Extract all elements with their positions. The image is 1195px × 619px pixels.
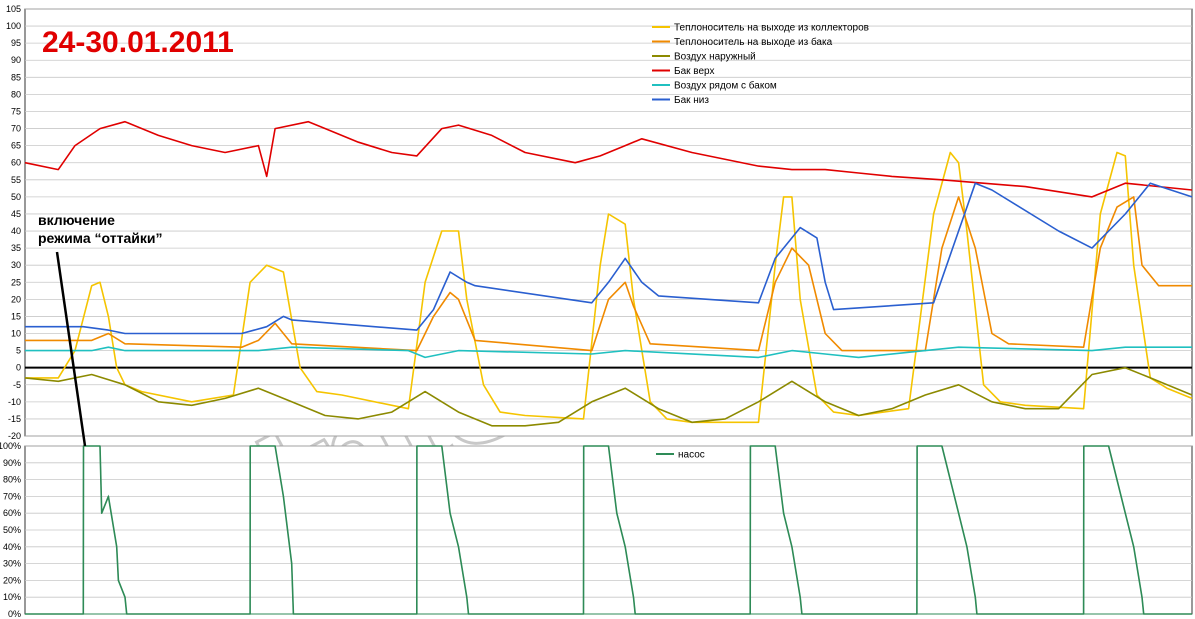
top-y-tick-label: 35 [11, 243, 21, 253]
top-y-tick-label: -5 [13, 380, 21, 390]
top-y-tick-label: 45 [11, 209, 21, 219]
bottom-y-tick-label: 20% [3, 575, 21, 585]
top-y-tick-label: 95 [11, 38, 21, 48]
chart-svg: SintSolar -20-15-10-50510152025303540455… [0, 4, 1193, 619]
top-y-tick-label: 65 [11, 141, 21, 151]
legend-label-4: Воздух рядом с баком [674, 80, 777, 92]
top-y-tick-label: -10 [8, 397, 21, 407]
bottom-legend-label-0: насос [678, 450, 705, 461]
annotation-line-1: режима “оттайки” [38, 230, 162, 246]
legend-label-1: Теплоноситель на выходе из бака [674, 36, 833, 48]
top-y-tick-label: 90 [11, 55, 21, 65]
top-y-tick-label: -20 [8, 431, 21, 441]
chart-title: 24-30.01.2011 [42, 26, 234, 59]
top-y-tick-label: 60 [11, 158, 21, 168]
bottom-y-tick-label: 50% [3, 525, 21, 535]
legend-label-3: Бак верх [674, 66, 715, 77]
top-y-tick-label: 30 [11, 260, 21, 270]
top-y-tick-label: 55 [11, 175, 21, 185]
top-y-tick-label: 40 [11, 226, 21, 236]
top-y-tick-label: 25 [11, 277, 21, 287]
top-y-tick-label: 0 [16, 363, 21, 373]
bottom-chart-grid: 0% 10% 20% 30% 40% 50% 60% 70% 80% 90% 100% [0, 441, 1193, 619]
bottom-y-tick-label: 80% [3, 475, 21, 485]
top-y-tick-label: 85 [11, 72, 21, 82]
bottom-y-tick-label: 100% [0, 441, 21, 451]
legend-label-5: Бак низ [674, 95, 709, 106]
top-y-tick-label: 80 [11, 89, 21, 99]
legend-label-0: Теплоноситель на выходе из коллекторов [674, 23, 869, 34]
top-plot-area [24, 8, 1193, 437]
top-y-tick-label: 20 [11, 294, 21, 304]
bottom-y-tick-label: 10% [3, 592, 21, 602]
bottom-y-tick-label: 70% [3, 491, 21, 501]
bottom-y-tick-label: 40% [3, 542, 21, 552]
top-y-tick-label: 10 [11, 329, 21, 339]
bottom-y-tick-label: 90% [3, 458, 21, 468]
top-y-tick-label: 100 [6, 21, 21, 31]
bottom-y-tick-label: 30% [3, 559, 21, 569]
legend-label-2: Воздух наружный [674, 52, 756, 63]
top-chart-grid: -20 -15 -10 -5 0 5 10 15 20 25 30 35 40 45 50 55 60 65 70 7… [6, 4, 1193, 441]
top-y-tick-label: 5 [16, 346, 21, 356]
top-y-tick-label: -15 [8, 414, 21, 424]
annotation-line-0: включение [38, 212, 115, 228]
top-y-tick-label: 105 [6, 4, 21, 14]
top-y-tick-label: 15 [11, 311, 21, 321]
top-y-tick-label: 75 [11, 106, 21, 116]
bottom-y-tick-label: 60% [3, 508, 21, 518]
top-y-tick-label: 70 [11, 124, 21, 134]
bottom-y-tick-label: 0% [8, 609, 21, 619]
top-y-tick-label: 50 [11, 192, 21, 202]
